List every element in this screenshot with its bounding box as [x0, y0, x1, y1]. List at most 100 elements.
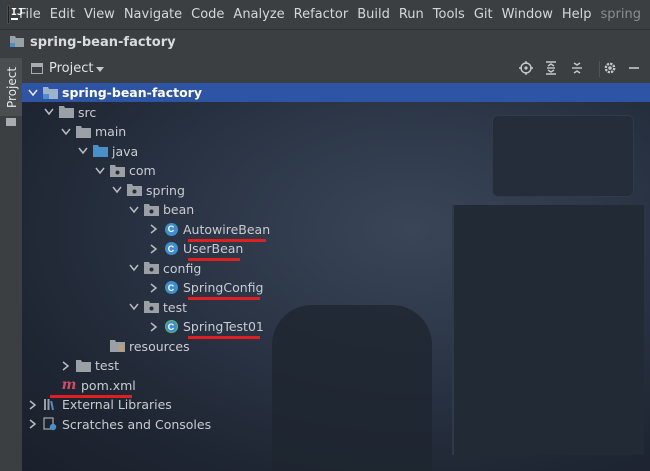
library-icon [42, 397, 58, 413]
minimize-icon[interactable] [626, 61, 642, 77]
chevron-down-icon[interactable] [77, 142, 89, 161]
tree-item-bean[interactable]: bean [22, 200, 650, 219]
menu-navigate[interactable]: Navigate [124, 7, 182, 22]
folder-icon [75, 358, 91, 374]
folder-icon [58, 104, 74, 120]
menu-refactor[interactable]: Refactor [294, 7, 349, 22]
tree-label: config [163, 260, 202, 276]
menu-bar: IJ File Edit View Navigate Code Analyze … [0, 0, 650, 29]
left-tool-strip: Project [0, 55, 23, 471]
chevron-down-icon[interactable] [94, 161, 106, 180]
project-folder-icon [10, 35, 24, 51]
tree-label: AutowireBean [183, 221, 271, 237]
tree-item-java[interactable]: java [22, 142, 650, 161]
menu-build[interactable]: Build [357, 7, 390, 22]
project-view-icon [31, 63, 43, 74]
tree-item-autowirebean[interactable]: C AutowireBean [22, 220, 650, 239]
menu-window[interactable]: Window [502, 7, 553, 22]
package-icon [109, 163, 125, 179]
tree-item-resources[interactable]: resources [22, 337, 650, 356]
package-icon [143, 260, 159, 276]
annotation-underline-springconfig [188, 297, 260, 300]
chevron-down-icon[interactable] [128, 298, 140, 317]
menu-code[interactable]: Code [191, 7, 224, 22]
annotation-underline-pom [50, 395, 132, 398]
chevron-right-icon[interactable] [60, 356, 72, 375]
package-icon [143, 202, 159, 218]
menu-view[interactable]: View [84, 7, 115, 22]
chevron-down-icon[interactable] [60, 122, 72, 141]
tree-item-scratches[interactable]: Scratches and Consoles [22, 415, 650, 434]
intellij-logo-icon: IJ [7, 5, 23, 24]
panel-header: Project [22, 55, 650, 84]
package-icon [143, 299, 159, 315]
tree-label: resources [129, 338, 190, 354]
tree-label: External Libraries [62, 397, 172, 412]
tree-label: main [95, 124, 127, 139]
tree-label: src [78, 104, 97, 120]
folder-icon [75, 124, 91, 140]
module-folder-icon [42, 85, 58, 101]
tree-label: spring [146, 182, 185, 198]
tree-item-pom[interactable]: m pom.xml [22, 376, 650, 395]
no-arrow [94, 337, 106, 356]
tree-label: SpringConfig [183, 280, 264, 295]
java-class-icon: C [163, 280, 179, 296]
chevron-right-icon[interactable] [148, 317, 160, 336]
annotation-underline-userbean [188, 258, 240, 261]
tree-item-springconfig[interactable]: C SpringConfig [22, 278, 650, 297]
package-icon [126, 182, 142, 198]
tree-item-springtest01[interactable]: C SpringTest01 [22, 317, 650, 336]
chevron-down-icon[interactable] [43, 103, 55, 122]
menu-tools[interactable]: Tools [433, 7, 465, 22]
tree-label: spring-bean-factory [62, 85, 202, 100]
menu-edit[interactable]: Edit [50, 7, 75, 22]
chevron-right-icon[interactable] [27, 415, 39, 434]
resources-folder-icon [109, 338, 125, 354]
tree-item-com[interactable]: com [22, 161, 650, 180]
tree-item-src[interactable]: src [22, 103, 650, 122]
tree-label: test [163, 299, 188, 315]
collapse-all-icon[interactable] [569, 61, 585, 77]
annotation-underline-autowirebean [188, 239, 266, 242]
chevron-right-icon[interactable] [148, 239, 160, 258]
tree-label: test [95, 358, 120, 373]
maven-icon: m [61, 377, 77, 393]
header-divider [599, 61, 600, 77]
tree-label: SpringTest01 [183, 319, 264, 334]
tree-label: com [129, 163, 156, 178]
project-tool-tab[interactable]: Project [0, 58, 22, 116]
chevron-right-icon[interactable] [148, 220, 160, 239]
panel-title[interactable]: Project [49, 61, 93, 76]
tree-label: pom.xml [81, 377, 136, 393]
no-arrow [46, 376, 58, 395]
chevron-down-icon[interactable] [128, 259, 140, 278]
chevron-right-icon[interactable] [27, 395, 39, 414]
chevron-right-icon[interactable] [148, 278, 160, 297]
locate-icon[interactable] [518, 61, 534, 77]
tree-item-test-package[interactable]: test [22, 298, 650, 317]
tree-item-main[interactable]: main [22, 122, 650, 141]
folder-icon [6, 118, 16, 126]
gear-icon[interactable] [602, 61, 618, 77]
chevron-down-icon[interactable] [96, 67, 104, 72]
source-folder-icon [92, 143, 108, 159]
expand-all-icon[interactable] [543, 61, 559, 77]
menu-git[interactable]: Git [474, 7, 493, 22]
tree-label: bean [163, 202, 195, 217]
menu-run[interactable]: Run [399, 7, 424, 22]
tree-item-spring[interactable]: spring [22, 181, 650, 200]
java-test-class-icon: C [163, 319, 179, 335]
breadcrumb-project[interactable]: spring-bean-factory [30, 35, 176, 50]
menu-help[interactable]: Help [562, 7, 592, 22]
project-panel: Project spring-bean-factory src main jav… [22, 55, 650, 471]
tree-item-userbean[interactable]: C UserBean [22, 239, 650, 258]
tree-item-root[interactable]: spring-bean-factory [22, 83, 650, 102]
chevron-down-icon[interactable] [111, 181, 123, 200]
tree-item-config[interactable]: config [22, 259, 650, 278]
menu-analyze[interactable]: Analyze [233, 7, 284, 22]
tree-item-test-dir[interactable]: test [22, 356, 650, 375]
scratches-icon [42, 416, 58, 432]
chevron-down-icon[interactable] [128, 200, 140, 219]
chevron-down-icon[interactable] [27, 83, 39, 102]
